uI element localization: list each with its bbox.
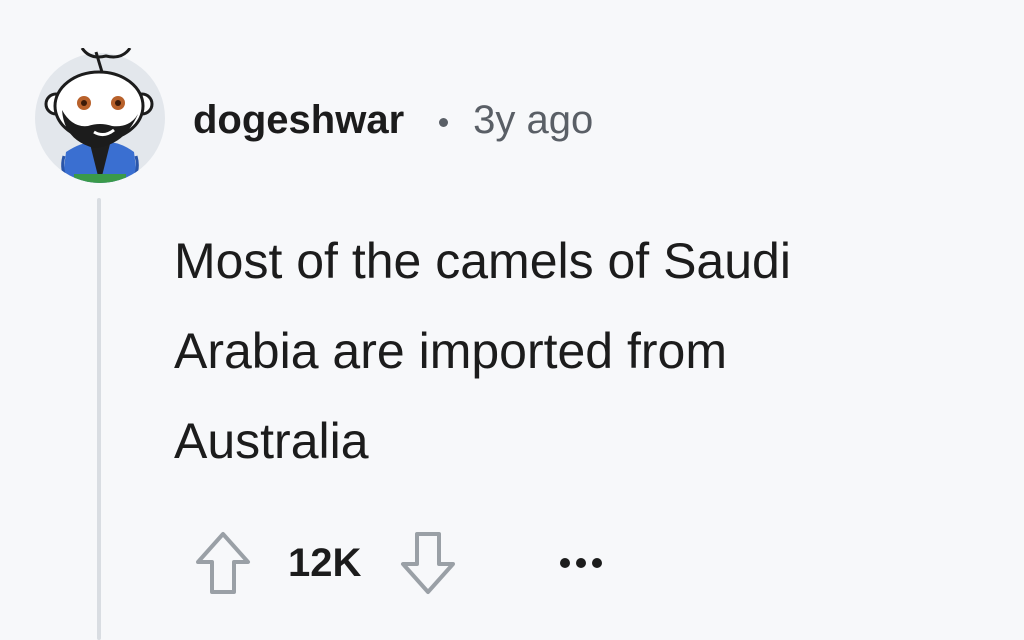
snoo-avatar-icon: [35, 47, 165, 183]
thread-line[interactable]: [97, 198, 101, 640]
more-horizontal-icon: [560, 558, 603, 568]
more-options-button[interactable]: [559, 528, 603, 598]
comment-body: Most of the camels of Saudi Arabia are i…: [174, 216, 994, 486]
vote-score: 12K: [288, 540, 362, 585]
comment-body-line: Arabia are imported from: [174, 323, 728, 379]
arrow-down-outline-icon: [401, 532, 456, 594]
timestamp[interactable]: 3y ago: [473, 98, 593, 143]
meta-separator-dot: [439, 117, 449, 127]
username-link[interactable]: dogeshwar: [193, 98, 404, 143]
downvote-button[interactable]: [397, 528, 459, 598]
comment-actions: 12K: [192, 528, 603, 598]
comment-header: dogeshwar 3y ago: [193, 92, 593, 148]
user-avatar[interactable]: [34, 47, 166, 184]
arrow-up-outline-icon: [196, 532, 250, 594]
comment-body-line: Australia: [174, 413, 369, 469]
comment-body-line: Most of the camels of Saudi: [174, 233, 791, 289]
upvote-button[interactable]: [192, 528, 254, 598]
comment-view: dogeshwar 3y ago Most of the camels of S…: [0, 0, 1024, 640]
